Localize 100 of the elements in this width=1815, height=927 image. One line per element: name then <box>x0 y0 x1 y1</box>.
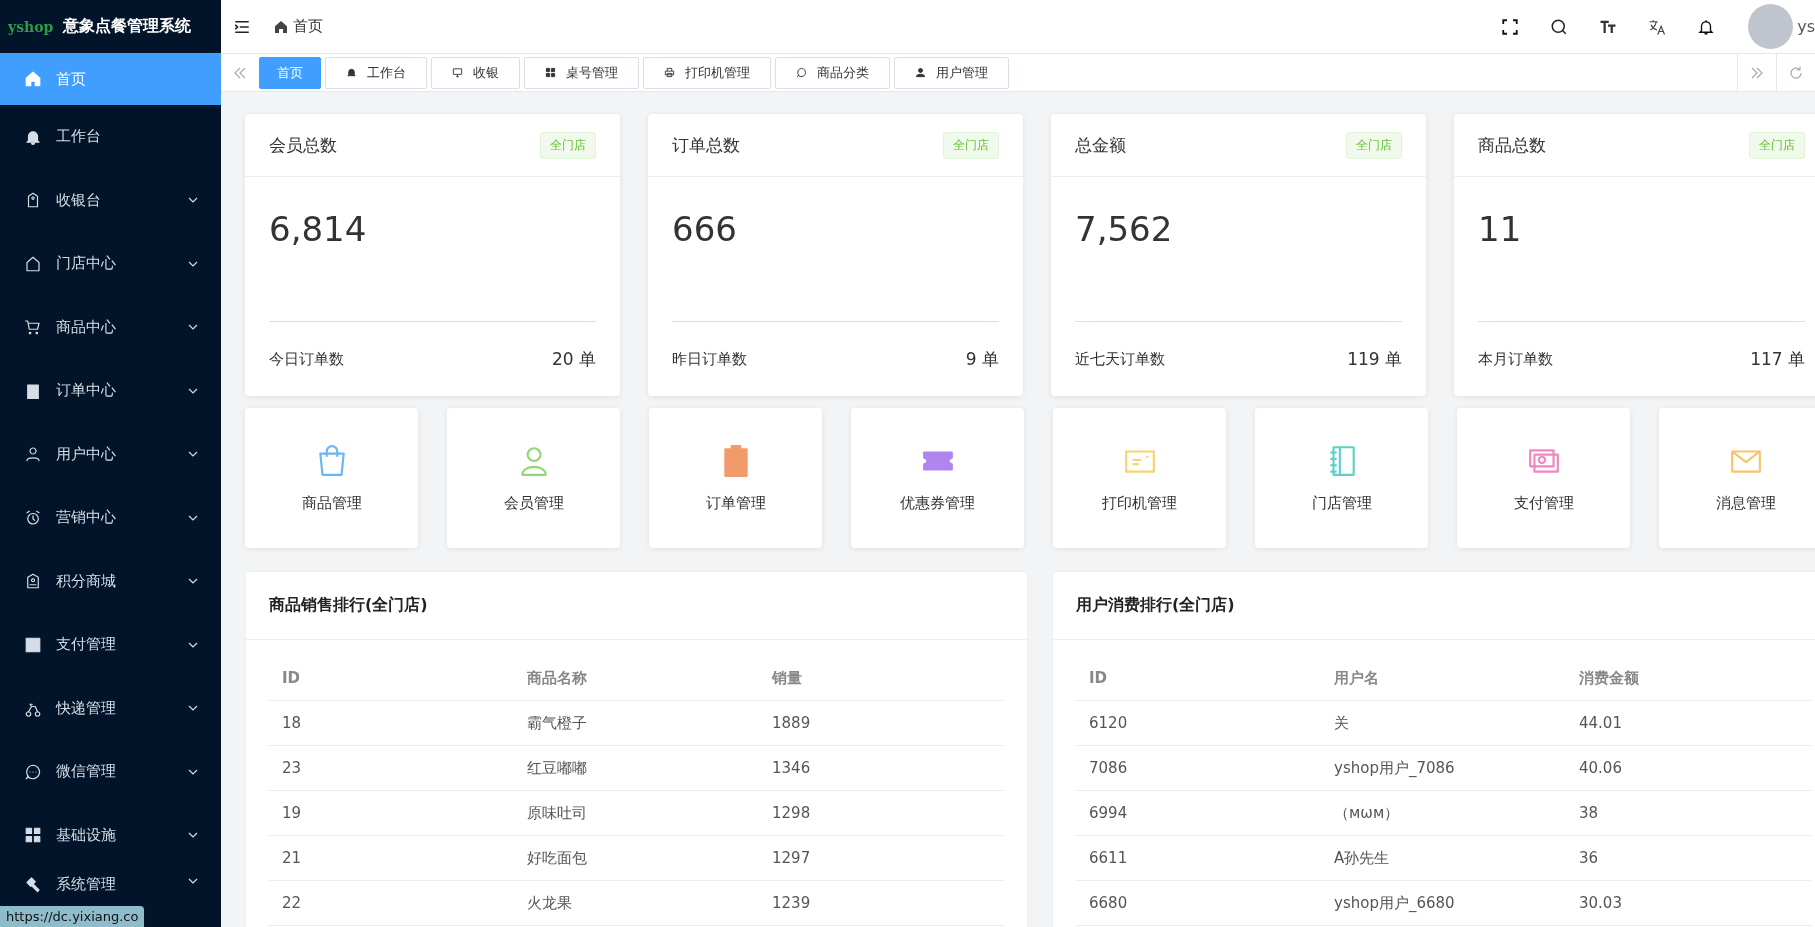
stat-value: 6,814 <box>269 209 596 322</box>
house-icon <box>24 254 42 273</box>
cart-icon <box>24 318 42 337</box>
translate-icon[interactable] <box>1648 17 1667 36</box>
table-cell-text: yshop用户_6680 <box>1333 893 1456 913</box>
home-icon <box>24 70 42 88</box>
store-tag: 全门店 <box>540 131 596 159</box>
footer-label: 近七天订单数 <box>1075 349 1165 369</box>
sidebar-item[interactable]: 支付管理 <box>0 613 221 677</box>
sidebar-item[interactable]: 订单中心 <box>0 359 221 423</box>
store-tag: 全门店 <box>943 131 999 159</box>
column-header: 消费金额 <box>1578 668 1640 688</box>
card-title: 订单总数 <box>672 133 740 157</box>
column-header: ID <box>1088 669 1109 687</box>
grid-icon <box>24 826 42 845</box>
shortcut-label: 订单管理 <box>705 493 766 513</box>
table-cell-text: 36 <box>1578 849 1600 867</box>
shortcut-card[interactable]: 消息管理 <box>1659 408 1815 548</box>
sidebar-item[interactable]: 系统管理 <box>0 867 221 901</box>
footer-label: 今日订单数 <box>269 349 344 369</box>
sidebar-item[interactable]: 收银台 <box>0 168 221 232</box>
bell-icon[interactable] <box>1697 17 1716 36</box>
table-cell-text: 38 <box>1578 804 1600 822</box>
table-cell-text: 6680 <box>1088 894 1129 912</box>
sidebar-item[interactable]: 快递管理 <box>0 676 221 740</box>
shortcut-card[interactable]: 会员管理 <box>447 408 620 548</box>
tab[interactable]: 工作台 <box>325 56 427 89</box>
stat-value: 7,562 <box>1075 209 1402 322</box>
table-cell-text: 红豆嘟嘟 <box>526 758 588 778</box>
shortcut-label: 门店管理 <box>1311 493 1372 513</box>
alarm-clock-icon <box>24 508 42 527</box>
table-cell-text: 原味吐司 <box>526 803 588 823</box>
table-cell-text: 7086 <box>1088 759 1129 777</box>
table-cell-text: 6994 <box>1088 804 1129 822</box>
user-name[interactable]: ys <box>1797 17 1815 36</box>
refresh-icon <box>1788 64 1804 81</box>
table-cell-text: 18 <box>281 714 303 732</box>
card-title: 商品总数 <box>1478 133 1546 157</box>
shortcut-card[interactable]: 优惠券管理 <box>851 408 1024 548</box>
shortcut-label: 消息管理 <box>1715 493 1776 513</box>
table-cell-text: 好吃面包 <box>526 848 588 868</box>
grid-icon <box>545 67 556 78</box>
sidebar-item[interactable]: 工作台 <box>0 105 221 169</box>
card-title: 商品销售排行(全门店) <box>246 572 1027 640</box>
table-cell-text: 火龙果 <box>526 893 573 913</box>
monitor-icon <box>452 67 463 78</box>
sidebar-item[interactable]: 微信管理 <box>0 740 221 804</box>
sidebar-item[interactable]: 商品中心 <box>0 295 221 359</box>
table-cell-text: 22 <box>281 894 303 912</box>
user-icon <box>915 67 926 78</box>
tag-icon <box>24 572 42 591</box>
home-icon <box>273 18 289 35</box>
stat-value: 11 <box>1478 209 1805 322</box>
gavel-icon <box>24 875 42 893</box>
sidebar-item[interactable]: 基础设施 <box>0 803 221 867</box>
table-cell-text: 19 <box>281 804 303 822</box>
tab[interactable]: 商品分类 <box>775 56 890 89</box>
table-cell-text: A孙先生 <box>1333 848 1391 868</box>
shortcut-label: 优惠券管理 <box>900 493 975 513</box>
shortcut-card[interactable]: 商品管理 <box>245 408 418 548</box>
stat-value: 666 <box>672 209 999 322</box>
footer-value: 20 单 <box>551 347 596 371</box>
shortcut-label: 支付管理 <box>1513 493 1574 513</box>
table-cell-text: yshop用户_7086 <box>1333 758 1456 778</box>
shortcut-card[interactable]: 支付管理 <box>1457 408 1630 548</box>
tab[interactable]: 打印机管理 <box>643 56 771 89</box>
tab[interactable]: 用户管理 <box>894 56 1009 89</box>
footer-label: 本月订单数 <box>1478 349 1553 369</box>
table-cell-text: 1298 <box>771 804 812 822</box>
table-cell-text: 23 <box>281 759 303 777</box>
table-cell-text: 1889 <box>771 714 812 732</box>
shortcut-card[interactable]: 订单管理 <box>649 408 822 548</box>
shortcut-card[interactable]: 门店管理 <box>1255 408 1428 548</box>
sidebar-item[interactable]: 积分商城 <box>0 549 221 613</box>
footer-value: 117 单 <box>1750 347 1805 371</box>
search-icon[interactable] <box>1550 17 1569 36</box>
table-cell-text: 30.03 <box>1578 894 1623 912</box>
table-cell-text: 1346 <box>771 759 812 777</box>
table-cell-text: 关 <box>1333 713 1350 733</box>
column-header: 商品名称 <box>526 668 588 688</box>
footer-value: 9 单 <box>965 347 999 371</box>
shortcut-label: 商品管理 <box>301 493 362 513</box>
store-tag: 全门店 <box>1749 131 1805 159</box>
shortcut-label: 会员管理 <box>503 493 564 513</box>
app-title: 意象点餐管理系统 <box>63 16 192 37</box>
logo: yshop <box>8 18 54 35</box>
tab[interactable]: 收银 <box>431 56 520 89</box>
fullscreen-icon[interactable] <box>1501 17 1520 36</box>
printer-icon <box>664 67 675 78</box>
sidebar-item[interactable]: 用户中心 <box>0 422 221 486</box>
card-title: 会员总数 <box>269 133 337 157</box>
sidebar-item[interactable]: 门店中心 <box>0 232 221 296</box>
column-header: ID <box>281 669 302 687</box>
tab[interactable]: 桌号管理 <box>524 56 639 89</box>
breadcrumb[interactable]: 首页 <box>273 17 323 36</box>
table-cell-text: 1239 <box>771 894 812 912</box>
sidebar-item[interactable]: 营销中心 <box>0 486 221 550</box>
shortcut-card[interactable]: 打印机管理 <box>1053 408 1226 548</box>
table-cell-text: 21 <box>281 849 303 867</box>
shortcut-label: 打印机管理 <box>1102 493 1177 513</box>
